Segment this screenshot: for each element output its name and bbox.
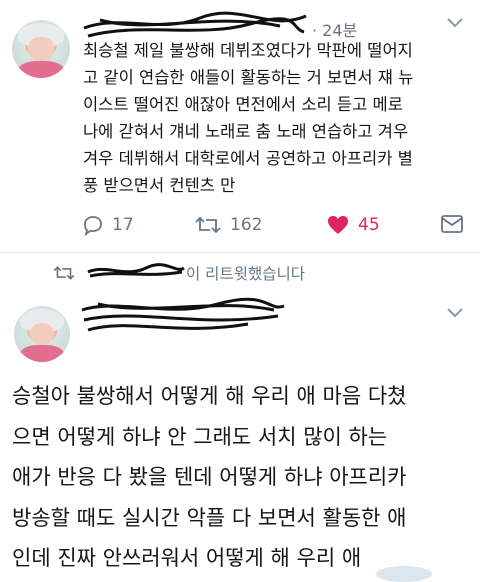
- reply-count: 17: [112, 215, 134, 235]
- avatar-face: [29, 322, 55, 346]
- avatar[interactable]: [14, 306, 70, 362]
- tweet-text: 최승철 제일 불쌍해 데뷔조였다가 막판에 떨어지 고 같이 연습한 애들이 활…: [83, 37, 475, 199]
- redacted-retweeter-name: [86, 262, 186, 284]
- retweet-icon: [53, 266, 75, 280]
- avatar-face: [28, 37, 54, 61]
- avatar[interactable]: [12, 20, 70, 78]
- dm-icon: [441, 215, 463, 233]
- retweet-count: 162: [230, 215, 263, 235]
- tweet-text-line: 승철아 불쌍해서 어떻게 해 우리 애 마음 다쳤: [12, 384, 407, 408]
- retweet-icon: [195, 216, 221, 234]
- retweet-notice[interactable]: 이 리트윗했습니다: [52, 262, 305, 284]
- redacted-name-scribble: [87, 263, 185, 278]
- tweet-text-line: 고 같이 연습한 애들이 활동하는 거 보면서 쟤 뉴: [83, 68, 414, 87]
- tweet-divider: [0, 252, 480, 253]
- avatar-body: [19, 345, 65, 362]
- tweet-text-line: 풍 받으면서 컨텐츠 만: [83, 176, 236, 195]
- chevron-down-icon[interactable]: [446, 16, 464, 30]
- dm-button[interactable]: [440, 214, 472, 234]
- retweet-notice-text: 이 리트윗했습니다: [186, 265, 306, 283]
- tweet-text-line: 애가 반응 다 봤을 텐데 어떻게 하냐 아프리카: [12, 465, 407, 489]
- redacted-username-scribble: [81, 297, 285, 332]
- tweet-1[interactable]: · 24분 최승철 제일 불쌍해 데뷔조였다가 막판에 떨어지 고 같이 연습한…: [0, 0, 480, 252]
- reply-icon: [84, 216, 102, 236]
- tweet-text-line: 나에 갇혀서 걔네 노래로 춤 노래 연습하고 겨우: [83, 122, 409, 141]
- reply-button[interactable]: 17: [82, 214, 134, 236]
- like-count: 45: [358, 215, 380, 235]
- retweet-button[interactable]: 162: [194, 214, 262, 236]
- chevron-down-icon[interactable]: [446, 306, 464, 320]
- tweet-text-line: 겨우 데뷔해서 대학로에서 공연하고 아프리카 별: [83, 149, 413, 168]
- tweet-text-line: 방송할 때도 실시간 악플 다 보면서 활동한 애: [12, 505, 407, 530]
- heart-icon: [328, 216, 348, 234]
- tweet-text: 승철아 불쌍해서 어떻게 해 우리 애 마음 다쳤 으면 어떻게 하냐 안 그래…: [12, 376, 472, 579]
- like-button[interactable]: 45: [326, 214, 380, 236]
- avatar-body: [17, 60, 65, 78]
- tweet-text-line: 으면 어떻게 하냐 안 그래도 서치 많이 하는: [12, 424, 388, 449]
- next-content-edge: [376, 566, 432, 582]
- tweet-text-line: 이스트 떨어진 애잖아 면전에서 소리 듣고 메로: [83, 95, 403, 114]
- tweet-text-line: 최승철 제일 불쌍해 데뷔조였다가 막판에 떨어지: [83, 41, 413, 60]
- tweet-actions: 17 162 45: [0, 214, 480, 242]
